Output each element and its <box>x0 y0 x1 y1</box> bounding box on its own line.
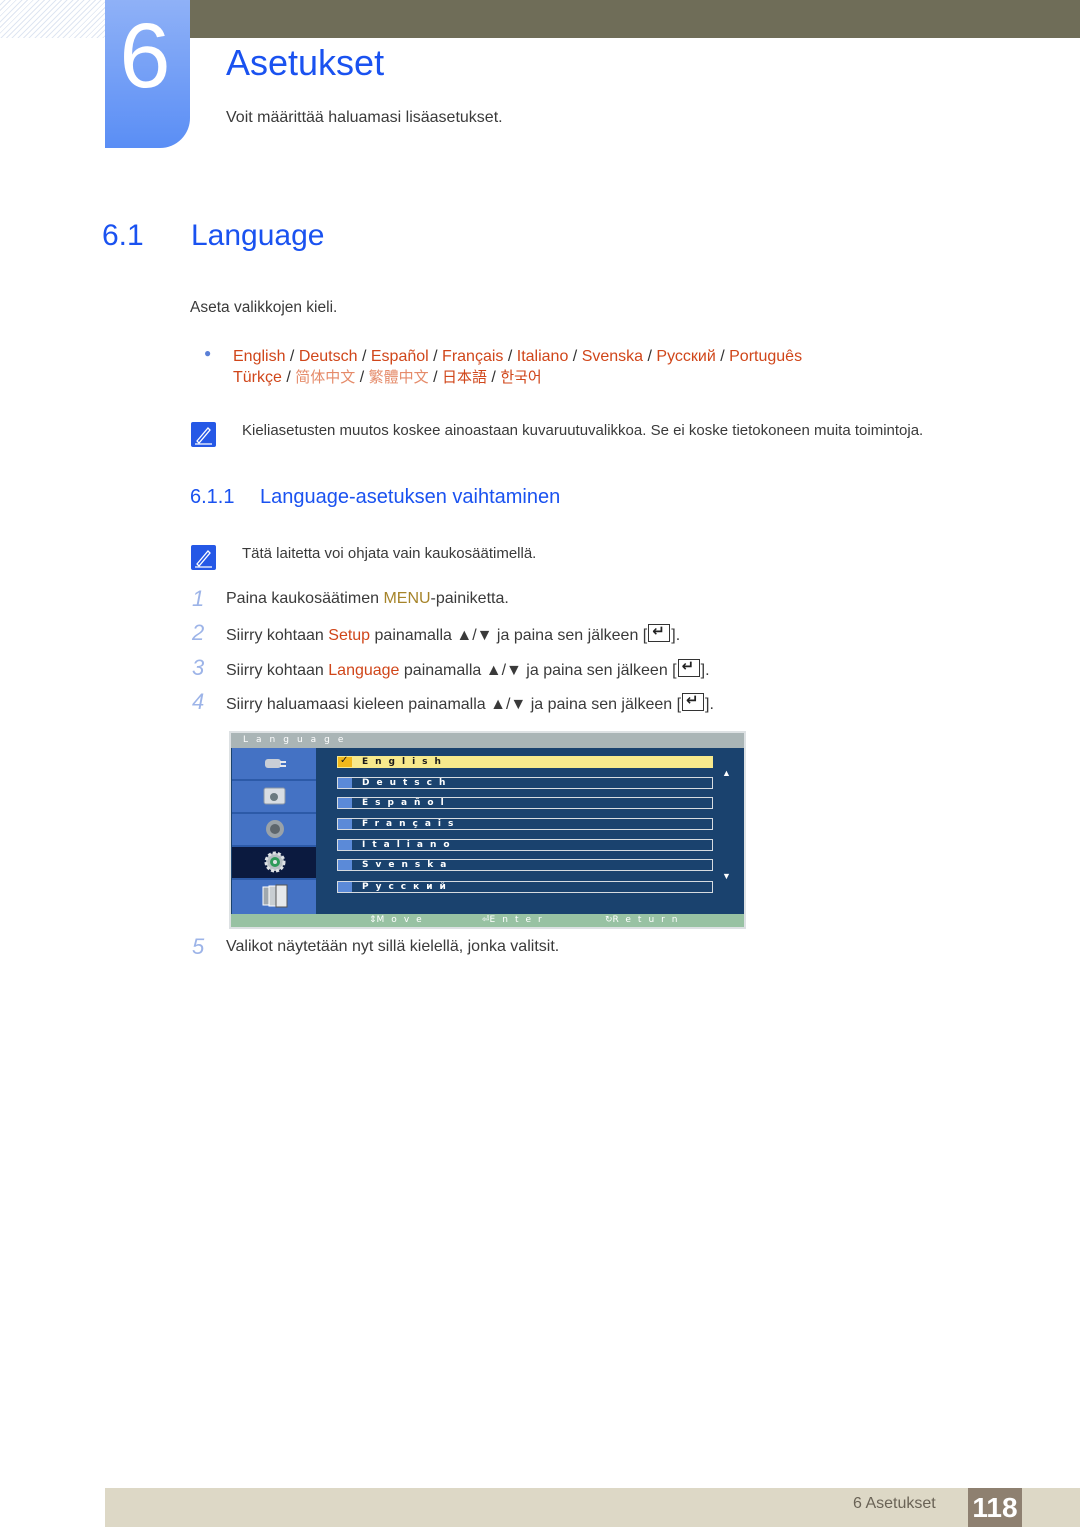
osd-option[interactable]: Svenska <box>337 859 713 871</box>
language-item: Italiano <box>516 348 569 365</box>
osd-option[interactable]: Français <box>337 818 713 830</box>
footer-chapter-label: 6 Asetukset <box>853 1495 936 1512</box>
bullet-icon: ● <box>204 346 212 360</box>
step-4: Siirry haluamaasi kieleen painamalla ▲/▼… <box>226 691 714 714</box>
language-item: Français <box>442 348 504 365</box>
language-item: 한국어 <box>500 368 542 386</box>
multi-window-icon <box>262 884 288 908</box>
osd-language-menu: Language English Deutsch Español Françai… <box>229 731 746 929</box>
step-1: Paina kaukosäätimen MENU-painiketta. <box>226 590 509 607</box>
chapter-title: Asetukset <box>226 42 385 83</box>
page-number: 118 <box>968 1488 1022 1527</box>
osd-option[interactable]: Español <box>337 797 713 809</box>
scroll-up-icon[interactable]: ▲ <box>722 768 731 778</box>
language-item: Español <box>370 348 429 365</box>
enter-icon: ⏎ <box>482 915 490 925</box>
osd-side-setup[interactable] <box>232 847 316 880</box>
step-number: 5 <box>192 934 205 959</box>
sound-icon <box>262 818 286 840</box>
chapter-tab: 6 <box>105 0 190 148</box>
setup-icon <box>262 851 286 873</box>
picture-icon <box>262 785 286 807</box>
note-icon <box>191 545 216 570</box>
language-item: 简体中文 <box>295 368 356 386</box>
osd-option[interactable]: Русский <box>337 881 713 893</box>
subsection-number: 6.1.1 <box>190 486 235 508</box>
language-note: Kieliasetusten muutos koskee ainoastaan … <box>242 422 924 439</box>
header-hatch-pattern <box>0 0 105 38</box>
osd-title: Language <box>231 733 744 748</box>
subsection-heading: 6.1.1 Language-asetuksen vaihtaminen <box>190 486 560 509</box>
step-number: 2 <box>192 620 205 645</box>
step-number: 3 <box>192 655 205 680</box>
chapter-subtitle: Voit määrittää haluamasi lisäasetukset. <box>226 109 503 126</box>
language-item: 日本語 <box>441 368 487 386</box>
check-icon <box>338 755 352 767</box>
language-item: Svenska <box>581 348 644 365</box>
enter-key-icon <box>677 657 700 677</box>
return-hint: ↻Return <box>605 915 685 925</box>
osd-option-selected[interactable]: English <box>337 755 713 768</box>
chapter-number: 6 <box>119 5 171 107</box>
language-item: 繁體中文 <box>368 368 429 386</box>
remote-note: Tätä laitetta voi ohjata vain kaukosääti… <box>242 545 537 562</box>
osd-side-multiwindow[interactable] <box>232 880 316 916</box>
osd-footer: ⇕Move ⏎Enter ↻Return <box>231 914 744 927</box>
enter-key-icon <box>648 622 671 642</box>
osd-side-input[interactable] <box>232 748 316 781</box>
step-3: Siirry kohtaan Language painamalla ▲/▼ j… <box>226 657 710 680</box>
section-intro: Aseta valikkojen kieli. <box>190 299 338 316</box>
language-item: English <box>233 348 286 365</box>
enter-key-icon <box>682 691 705 711</box>
step-number: 4 <box>192 689 205 714</box>
scroll-down-icon[interactable]: ▼ <box>722 871 731 881</box>
section-number: 6.1 <box>102 219 144 252</box>
enter-hint: ⏎Enter <box>482 915 549 925</box>
input-icon <box>262 752 286 774</box>
return-icon: ↻ <box>605 915 613 925</box>
updown-icon: ⇕ <box>369 915 377 925</box>
language-item: Português <box>729 348 803 365</box>
header-bar <box>190 0 1080 38</box>
osd-side-sound[interactable] <box>232 814 316 847</box>
move-hint: ⇕Move <box>369 915 429 925</box>
language-item: Русский <box>656 348 716 365</box>
language-item: Türkçe <box>233 369 282 386</box>
language-list: English / Deutsch / Español / Français /… <box>233 348 803 386</box>
osd-option[interactable]: Deutsch <box>337 777 713 789</box>
language-item: Deutsch <box>298 348 358 365</box>
section-title: Language <box>191 219 325 252</box>
note-icon <box>191 422 216 447</box>
step-2: Siirry kohtaan Setup painamalla ▲/▼ ja p… <box>226 622 680 645</box>
osd-option[interactable]: Italiano <box>337 839 713 851</box>
step-number: 1 <box>192 586 205 611</box>
subsection-title: Language-asetuksen vaihtaminen <box>260 486 561 508</box>
osd-sidebar <box>231 748 317 916</box>
step-5: Valikot näytetään nyt sillä kielellä, jo… <box>226 938 560 955</box>
osd-side-picture[interactable] <box>232 781 316 814</box>
